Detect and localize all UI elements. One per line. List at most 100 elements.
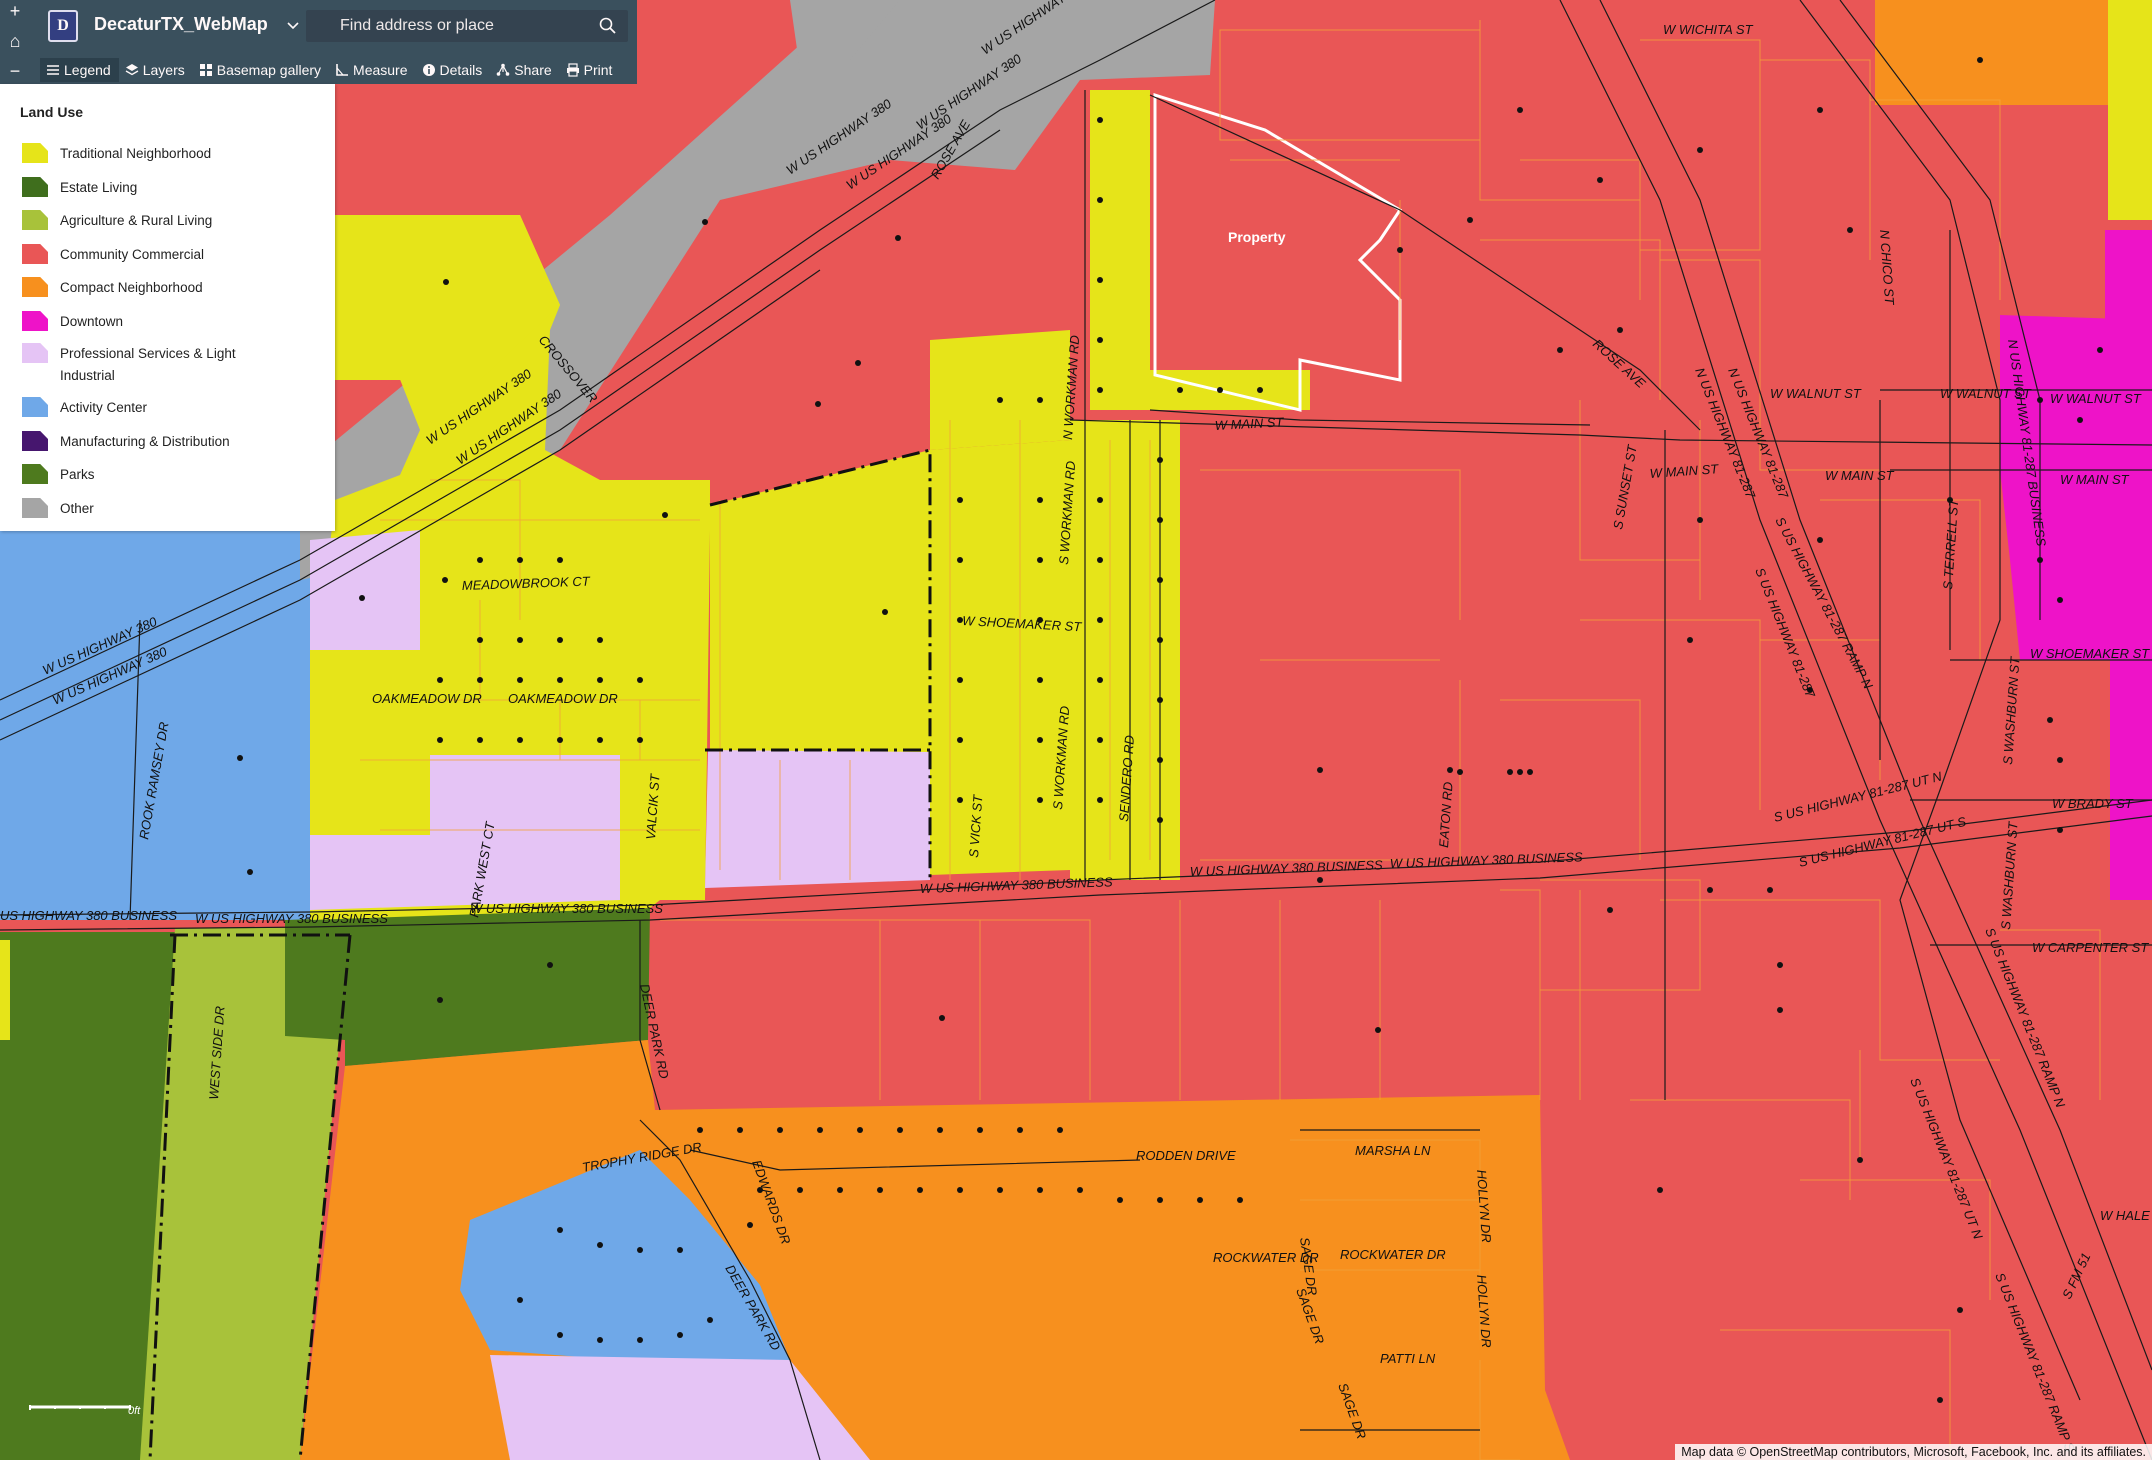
layers-button[interactable]: Layers	[119, 58, 193, 82]
zone-traditional-property-row	[1150, 370, 1310, 410]
legend-item: Downtown	[22, 311, 123, 333]
map-toolbar: Legend Layers Basemap gallery Measure De…	[40, 58, 620, 82]
legend-item: Activity Center	[22, 397, 147, 419]
legend-swatch	[22, 177, 48, 197]
legend-item: Estate Living	[22, 177, 137, 199]
legend-swatch	[22, 431, 48, 451]
legend-item-label: Manufacturing & Distribution	[60, 434, 230, 449]
label-bus380-1: US HIGHWAY 380 BUSINESS	[0, 908, 177, 923]
share-button-label: Share	[514, 62, 552, 78]
legend-item-label: Professional Services & Light Industrial	[60, 346, 236, 383]
label-w-walnut-st-3: W WALNUT ST	[2050, 391, 2142, 406]
zoom-in-button[interactable]: +	[4, 0, 26, 22]
legend-item-label: Activity Center	[60, 400, 148, 415]
zone-downtown-top	[2105, 230, 2152, 320]
legend-swatch	[22, 143, 48, 163]
label-w-hale: W HALE	[2100, 1208, 2150, 1223]
label-w-carpenter-st: W CARPENTER ST	[2032, 940, 2149, 955]
label-w-wichita-st: W WICHITA ST	[1663, 22, 1754, 37]
measure-button[interactable]: Measure	[329, 58, 415, 82]
legend-button[interactable]: Legend	[40, 58, 119, 82]
zone-traditional-north-strip	[1090, 90, 1150, 410]
share-button[interactable]: Share	[490, 58, 559, 82]
legend-item: Traditional Neighborhood	[22, 143, 211, 165]
layers-button-label: Layers	[142, 62, 185, 78]
home-icon[interactable]: ⌂	[4, 30, 26, 52]
measure-icon	[336, 64, 349, 76]
label-rodden-drive: RODDEN DRIVE	[1136, 1148, 1236, 1163]
legend-item-label: Traditional Neighborhood	[60, 146, 212, 161]
search-input[interactable]	[340, 14, 580, 38]
label-property: Property	[1228, 229, 1286, 245]
measure-button-label: Measure	[353, 62, 408, 78]
legend-item: Manufacturing & Distribution	[22, 431, 230, 453]
zone-traditional-workman	[930, 330, 1070, 450]
legend-item-label: Downtown	[60, 314, 124, 329]
grid-icon	[199, 64, 212, 76]
legend-swatch	[22, 498, 48, 518]
label-w-walnut-st-1: W WALNUT ST	[1770, 386, 1862, 401]
print-button[interactable]: Print	[560, 58, 621, 82]
map-attribution: Map data © OpenStreetMap contributors, M…	[1675, 1444, 2152, 1460]
zone-professional-west	[310, 530, 420, 650]
label-bus380-3: W US HIGHWAY 380 BUSINESS	[470, 901, 663, 916]
layers-icon	[125, 64, 139, 76]
details-button-label: Details	[439, 62, 483, 78]
scale-bar-label: 0ft	[128, 1405, 141, 1417]
chevron-down-icon	[287, 22, 299, 30]
legend-title: Land Use	[20, 104, 84, 120]
legend-swatch	[22, 343, 48, 363]
legend-item-label: Estate Living	[60, 180, 138, 195]
legend-button-label: Legend	[64, 62, 111, 78]
legend-swatch	[22, 464, 48, 484]
label-marsha-ln: MARSHA LN	[1355, 1143, 1431, 1158]
legend-panel: Land Use Traditional Neighborhood Estate…	[0, 84, 335, 531]
legend-item-label: Other	[60, 501, 94, 516]
label-w-shoemaker-st-2: W SHOEMAKER ST	[2030, 646, 2150, 661]
app-title: DecaturTX_WebMap	[94, 14, 268, 34]
label-oakmeadow-dr-1: OAKMEADOW DR	[372, 691, 482, 706]
legend-item: Other	[22, 498, 94, 520]
basemap-gallery-button[interactable]: Basemap gallery	[193, 58, 329, 82]
zoom-out-button[interactable]: −	[4, 60, 26, 82]
app-header: + ⌂ − D DecaturTX_WebMap Legend Layers B…	[0, 0, 637, 84]
zone-traditional-ne	[2108, 0, 2152, 220]
label-rockwater-dr-1: ROCKWATER DR	[1213, 1250, 1319, 1265]
legend-item: Compact Neighborhood	[22, 277, 203, 299]
legend-item: Agriculture & Rural Living	[22, 210, 212, 232]
search-icon[interactable]	[598, 16, 618, 36]
app-logo: D	[48, 10, 78, 42]
legend-item-label: Parks	[60, 467, 95, 482]
label-rockwater-dr-2: ROCKWATER DR	[1340, 1247, 1446, 1262]
legend-item-label: Compact Neighborhood	[60, 280, 203, 295]
basemap-gallery-button-label: Basemap gallery	[216, 62, 322, 78]
legend-item-label: Agriculture & Rural Living	[60, 213, 213, 228]
label-w-brady-st: W BRADY ST	[2052, 796, 2134, 811]
label-oakmeadow-dr-2: OAKMEADOW DR	[508, 691, 618, 706]
label-bus380-2: W US HIGHWAY 380 BUSINESS	[195, 911, 388, 926]
scale-bar-graphic	[29, 1405, 131, 1410]
legend-swatch	[22, 244, 48, 264]
print-button-label: Print	[583, 62, 613, 78]
legend-item: Professional Services & Light Industrial	[22, 343, 262, 387]
label-w-main-st-4: W MAIN ST	[2060, 472, 2130, 487]
search-source-dropdown[interactable]	[280, 12, 306, 40]
zone-estate-living-left	[0, 940, 10, 1040]
label-w-main-st-3: W MAIN ST	[1825, 468, 1895, 483]
zoom-controls: + ⌂ −	[0, 0, 30, 84]
legend-swatch	[22, 311, 48, 331]
scale-bar: 0ft	[28, 1403, 141, 1419]
share-icon	[496, 63, 510, 76]
search-box	[306, 10, 628, 42]
legend-swatch	[22, 277, 48, 297]
legend-item: Community Commercial	[22, 244, 204, 266]
legend-swatch	[22, 210, 48, 230]
list-icon	[47, 65, 59, 75]
legend-item: Parks	[22, 464, 95, 486]
label-patti-ln: PATTI LN	[1380, 1351, 1436, 1366]
details-button[interactable]: Details	[416, 58, 491, 82]
legend-item-label: Community Commercial	[60, 247, 205, 262]
print-icon	[566, 63, 579, 77]
zone-professional-central	[705, 750, 930, 888]
zone-compact-neighborhood-ne	[1875, 0, 2108, 105]
